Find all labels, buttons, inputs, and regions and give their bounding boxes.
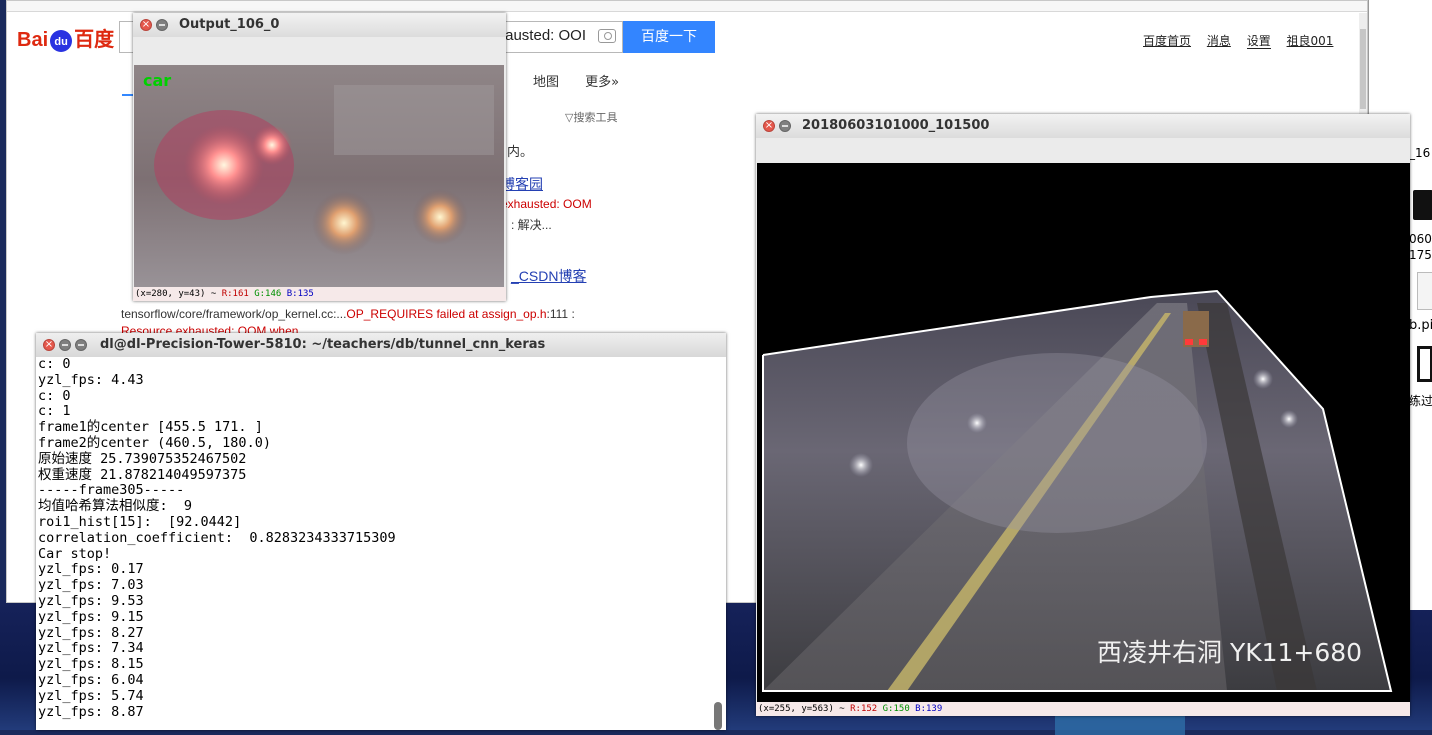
link-baidu-home[interactable]: 百度首页 — [1143, 34, 1191, 48]
terminal-titlebar[interactable]: × dl@dl-Precision-Tower-5810: ~/teachers… — [36, 333, 726, 357]
side-text-4: b.pi — [1409, 318, 1432, 333]
tunnel-scene — [762, 289, 1393, 692]
search-tools[interactable]: ▽搜索工具 — [565, 109, 617, 125]
terminal-line: yzl_fps: 9.15 — [38, 608, 144, 625]
status-b: B:139 — [915, 704, 943, 714]
tunnel-video-frame: 西凌井右洞 YK11+680 — [757, 163, 1410, 703]
status-g: G:150 — [882, 704, 910, 714]
terminal-line: c: 1 — [38, 403, 71, 420]
result-snippet-1b: : 解决... — [511, 218, 552, 232]
video-title: 20180603101000_101500 — [802, 118, 990, 133]
car-lights-image — [134, 65, 504, 293]
result-snippet-1: exhausted: OOM — [501, 197, 592, 211]
minimize-icon[interactable] — [59, 339, 71, 351]
browser-tabbar — [7, 1, 1367, 12]
search-tools-label: 搜索工具 — [573, 111, 618, 124]
terminal-line: yzl_fps: 0.17 — [38, 561, 144, 578]
tab-map[interactable]: 地图 — [533, 75, 559, 90]
result-link-1[interactable]: 博客园 — [501, 174, 543, 194]
terminal-line: yzl_fps: 7.34 — [38, 640, 144, 657]
status-r: R:152 — [850, 704, 878, 714]
camera-overlay-text: 西凌井右洞 YK11+680 — [1097, 638, 1363, 667]
output-statusbar: (x=280, y=43) ~ R:161 G:146 B:135 — [133, 287, 506, 301]
result-text: 内。 — [507, 144, 534, 159]
terminal-line: -----frame305----- — [38, 482, 185, 499]
detection-label: car — [143, 71, 172, 90]
terminal-line: c: 0 — [38, 387, 71, 404]
output-title: Output_106_0 — [179, 17, 280, 32]
status-r: R:161 — [221, 289, 249, 299]
status-coords: (x=280, y=43) ~ — [135, 289, 217, 299]
terminal-line: 权重速度 21.878214049597375 — [38, 466, 247, 483]
close-icon[interactable]: × — [763, 120, 775, 132]
result-snippet-2: tensorflow/core/framework/op_kernel.cc:.… — [121, 307, 575, 321]
snippet-part-a: tensorflow/core/framework/op_kernel.cc:.… — [121, 307, 347, 321]
document-icon[interactable] — [1417, 346, 1432, 382]
terminal-line: Car stop! — [38, 545, 112, 562]
side-text-1: _16 — [1409, 146, 1431, 160]
video-window: × 20180603101000_101500 西凌井右洞 YK11+680 (… — [756, 114, 1410, 716]
search-tabs: 地图 更多» — [533, 71, 641, 90]
output-titlebar[interactable]: × Output_106_0 — [133, 13, 506, 37]
terminal-lines: c: 0 yzl_fps: 4.43 c: 0 c: 1 frame1的center [… — [36, 357, 726, 720]
file-icon[interactable] — [1417, 272, 1432, 310]
video-statusbar: (x=255, y=563) ~ R:152 G:150 B:139 — [756, 702, 1410, 716]
terminal-line: yzl_fps: 4.43 — [38, 371, 144, 388]
terminal-line: yzl_fps: 7.03 — [38, 577, 144, 594]
camera-icon[interactable] — [598, 29, 616, 43]
snippet-part-c: :111 : — [546, 307, 575, 321]
terminal-line: 原始速度 25.739075352467502 — [38, 450, 247, 467]
status-b: B:135 — [286, 289, 314, 299]
video-titlebar[interactable]: × 20180603101000_101500 — [756, 114, 1410, 138]
minimize-icon[interactable] — [156, 19, 168, 31]
detection-image: car — [134, 65, 504, 293]
terminal-line: correlation_coefficient: 0.8283234333715… — [38, 529, 396, 546]
terminal-line: frame1的center [455.5 171. ] — [38, 419, 263, 436]
terminal-line: roi1_hist[15]: [92.0442] — [38, 513, 242, 530]
result-link-2[interactable]: _CSDN博客 — [511, 266, 586, 286]
terminal-title: dl@dl-Precision-Tower-5810: ~/teachers/d… — [100, 337, 546, 352]
logo-text: 百度 — [74, 29, 115, 51]
minimize-icon[interactable] — [779, 120, 791, 132]
side-text-2: 0601 — [1409, 232, 1432, 246]
terminal-line: c: 0 — [38, 357, 71, 372]
terminal-line: yzl_fps: 8.15 — [38, 656, 144, 673]
terminal-output[interactable]: c: 0 yzl_fps: 4.43 c: 0 c: 1 frame1的center [… — [36, 357, 726, 730]
link-settings[interactable]: 设置 — [1246, 34, 1271, 49]
link-messages[interactable]: 消息 — [1207, 34, 1231, 48]
status-coords: (x=255, y=563) ~ — [758, 704, 845, 714]
snippet-part-b: OP_REQUIRES failed at assign_op.h — [346, 307, 547, 321]
search-button[interactable]: 百度一下 — [623, 21, 715, 53]
side-text-5: 练过 — [1409, 394, 1432, 408]
terminal-line: yzl_fps: 6.04 — [38, 671, 144, 688]
terminal-window: × dl@dl-Precision-Tower-5810: ~/teachers… — [36, 333, 726, 730]
tab-more[interactable]: 更多» — [585, 75, 619, 90]
side-text-3: 175 — [1409, 248, 1432, 262]
folder-icon[interactable] — [1413, 190, 1432, 220]
terminal-line: yzl_fps: 8.87 — [38, 703, 144, 720]
terminal-line: yzl_fps: 5.74 — [38, 687, 144, 704]
baidu-logo[interactable]: Bai du 百度 — [17, 23, 114, 52]
close-icon[interactable]: × — [140, 19, 152, 31]
link-user[interactable]: 祖良001 — [1287, 34, 1334, 48]
output-window: × Output_106_0 car (x=280, y=43) ~ R:161… — [133, 13, 506, 301]
terminal-line: frame2的center (460.5, 180.0) — [38, 434, 271, 451]
scroll-thumb[interactable] — [1360, 29, 1366, 109]
terminal-line: 均值哈希算法相似度: 9 — [38, 498, 193, 515]
logo-prefix: Bai — [17, 29, 49, 51]
status-g: G:146 — [254, 289, 282, 299]
terminal-scrollbar[interactable] — [714, 702, 722, 730]
top-links: 百度首页 消息 设置 祖良001 — [1143, 32, 1345, 49]
close-icon[interactable]: × — [43, 339, 55, 351]
terminal-line: yzl_fps: 9.53 — [38, 592, 144, 609]
terminal-line: yzl_fps: 8.27 — [38, 624, 144, 641]
paw-icon: du — [50, 29, 73, 52]
maximize-icon[interactable] — [75, 339, 87, 351]
